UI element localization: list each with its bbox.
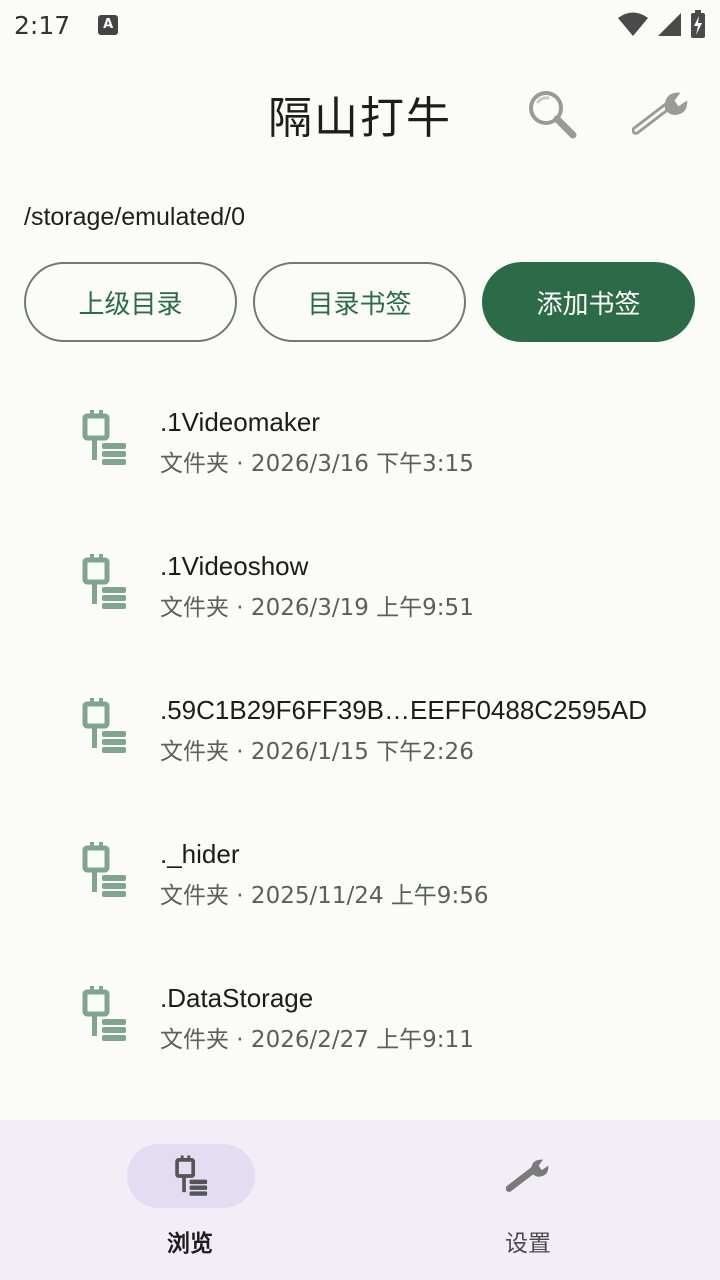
- nav-label-settings: 设置: [505, 1231, 551, 1257]
- list-item[interactable]: ._hider 文件夹 · 2025/11/24 上午9:56: [0, 812, 720, 956]
- battery-icon: [691, 10, 705, 38]
- search-button[interactable]: [522, 84, 582, 144]
- list-item[interactable]: .1Videomaker 文件夹 · 2026/3/16 下午3:15: [0, 380, 720, 524]
- folder-icon: [82, 698, 126, 753]
- file-meta: 文件夹 · 2026/3/16 下午3:15: [160, 451, 474, 477]
- list-item[interactable]: .DataStorage 文件夹 · 2026/2/27 上午9:11: [0, 956, 720, 1100]
- wrench-icon: [632, 92, 688, 135]
- folder-icon: [82, 986, 126, 1041]
- add-bookmark-button[interactable]: 添加书签: [482, 262, 695, 342]
- nav-item-settings[interactable]: 设置: [428, 1144, 628, 1264]
- nav-icon-container: [465, 1144, 593, 1208]
- file-name: .1Videomaker: [160, 407, 320, 437]
- directory-bookmarks-button[interactable]: 目录书签: [253, 262, 466, 342]
- folder-icon: [82, 842, 126, 897]
- file-meta: 文件夹 · 2026/1/15 下午2:26: [160, 739, 474, 765]
- file-meta: 文件夹 · 2026/3/19 上午9:51: [160, 595, 474, 621]
- parent-directory-button[interactable]: 上级目录: [24, 262, 237, 342]
- file-name: .DataStorage: [160, 983, 314, 1013]
- wrench-icon: [506, 1159, 549, 1192]
- bottom-nav: 浏览 设置: [0, 1120, 720, 1280]
- tools-button[interactable]: [632, 84, 692, 144]
- file-name: ._hider: [160, 839, 240, 869]
- file-list: .1Videomaker 文件夹 · 2026/3/16 下午3:15 .1Vi…: [0, 380, 720, 1100]
- folder-icon: [82, 554, 126, 609]
- status-bar: 2:17 A: [0, 0, 720, 50]
- app-title: 隔山打牛: [268, 93, 452, 144]
- list-item[interactable]: .59C1B29F6FF39B…EEFF0488C2595AD 文件夹 · 20…: [0, 668, 720, 812]
- folder-icon: [82, 410, 126, 465]
- list-item[interactable]: .1Videoshow 文件夹 · 2026/3/19 上午9:51: [0, 524, 720, 668]
- file-meta: 文件夹 · 2026/2/27 上午9:11: [160, 1027, 474, 1053]
- file-name: .1Videoshow: [160, 551, 309, 581]
- file-meta: 文件夹 · 2025/11/24 上午9:56: [160, 883, 489, 909]
- nav-item-browse[interactable]: 浏览: [90, 1144, 290, 1264]
- file-name: .59C1B29F6FF39B…EEFF0488C2595AD: [160, 695, 648, 725]
- status-time: 2:17: [14, 10, 71, 40]
- notification-icon: A: [98, 15, 119, 35]
- current-path: /storage/emulated/0: [24, 203, 245, 231]
- app-bar: 隔山打牛: [0, 70, 720, 154]
- search-icon: [529, 91, 577, 139]
- nav-active-indicator: [127, 1144, 255, 1208]
- cell-signal-icon: [658, 13, 681, 36]
- status-icons: [618, 10, 706, 38]
- nav-label-browse: 浏览: [167, 1231, 213, 1257]
- browse-icon: [175, 1155, 208, 1196]
- wifi-icon: [618, 12, 648, 36]
